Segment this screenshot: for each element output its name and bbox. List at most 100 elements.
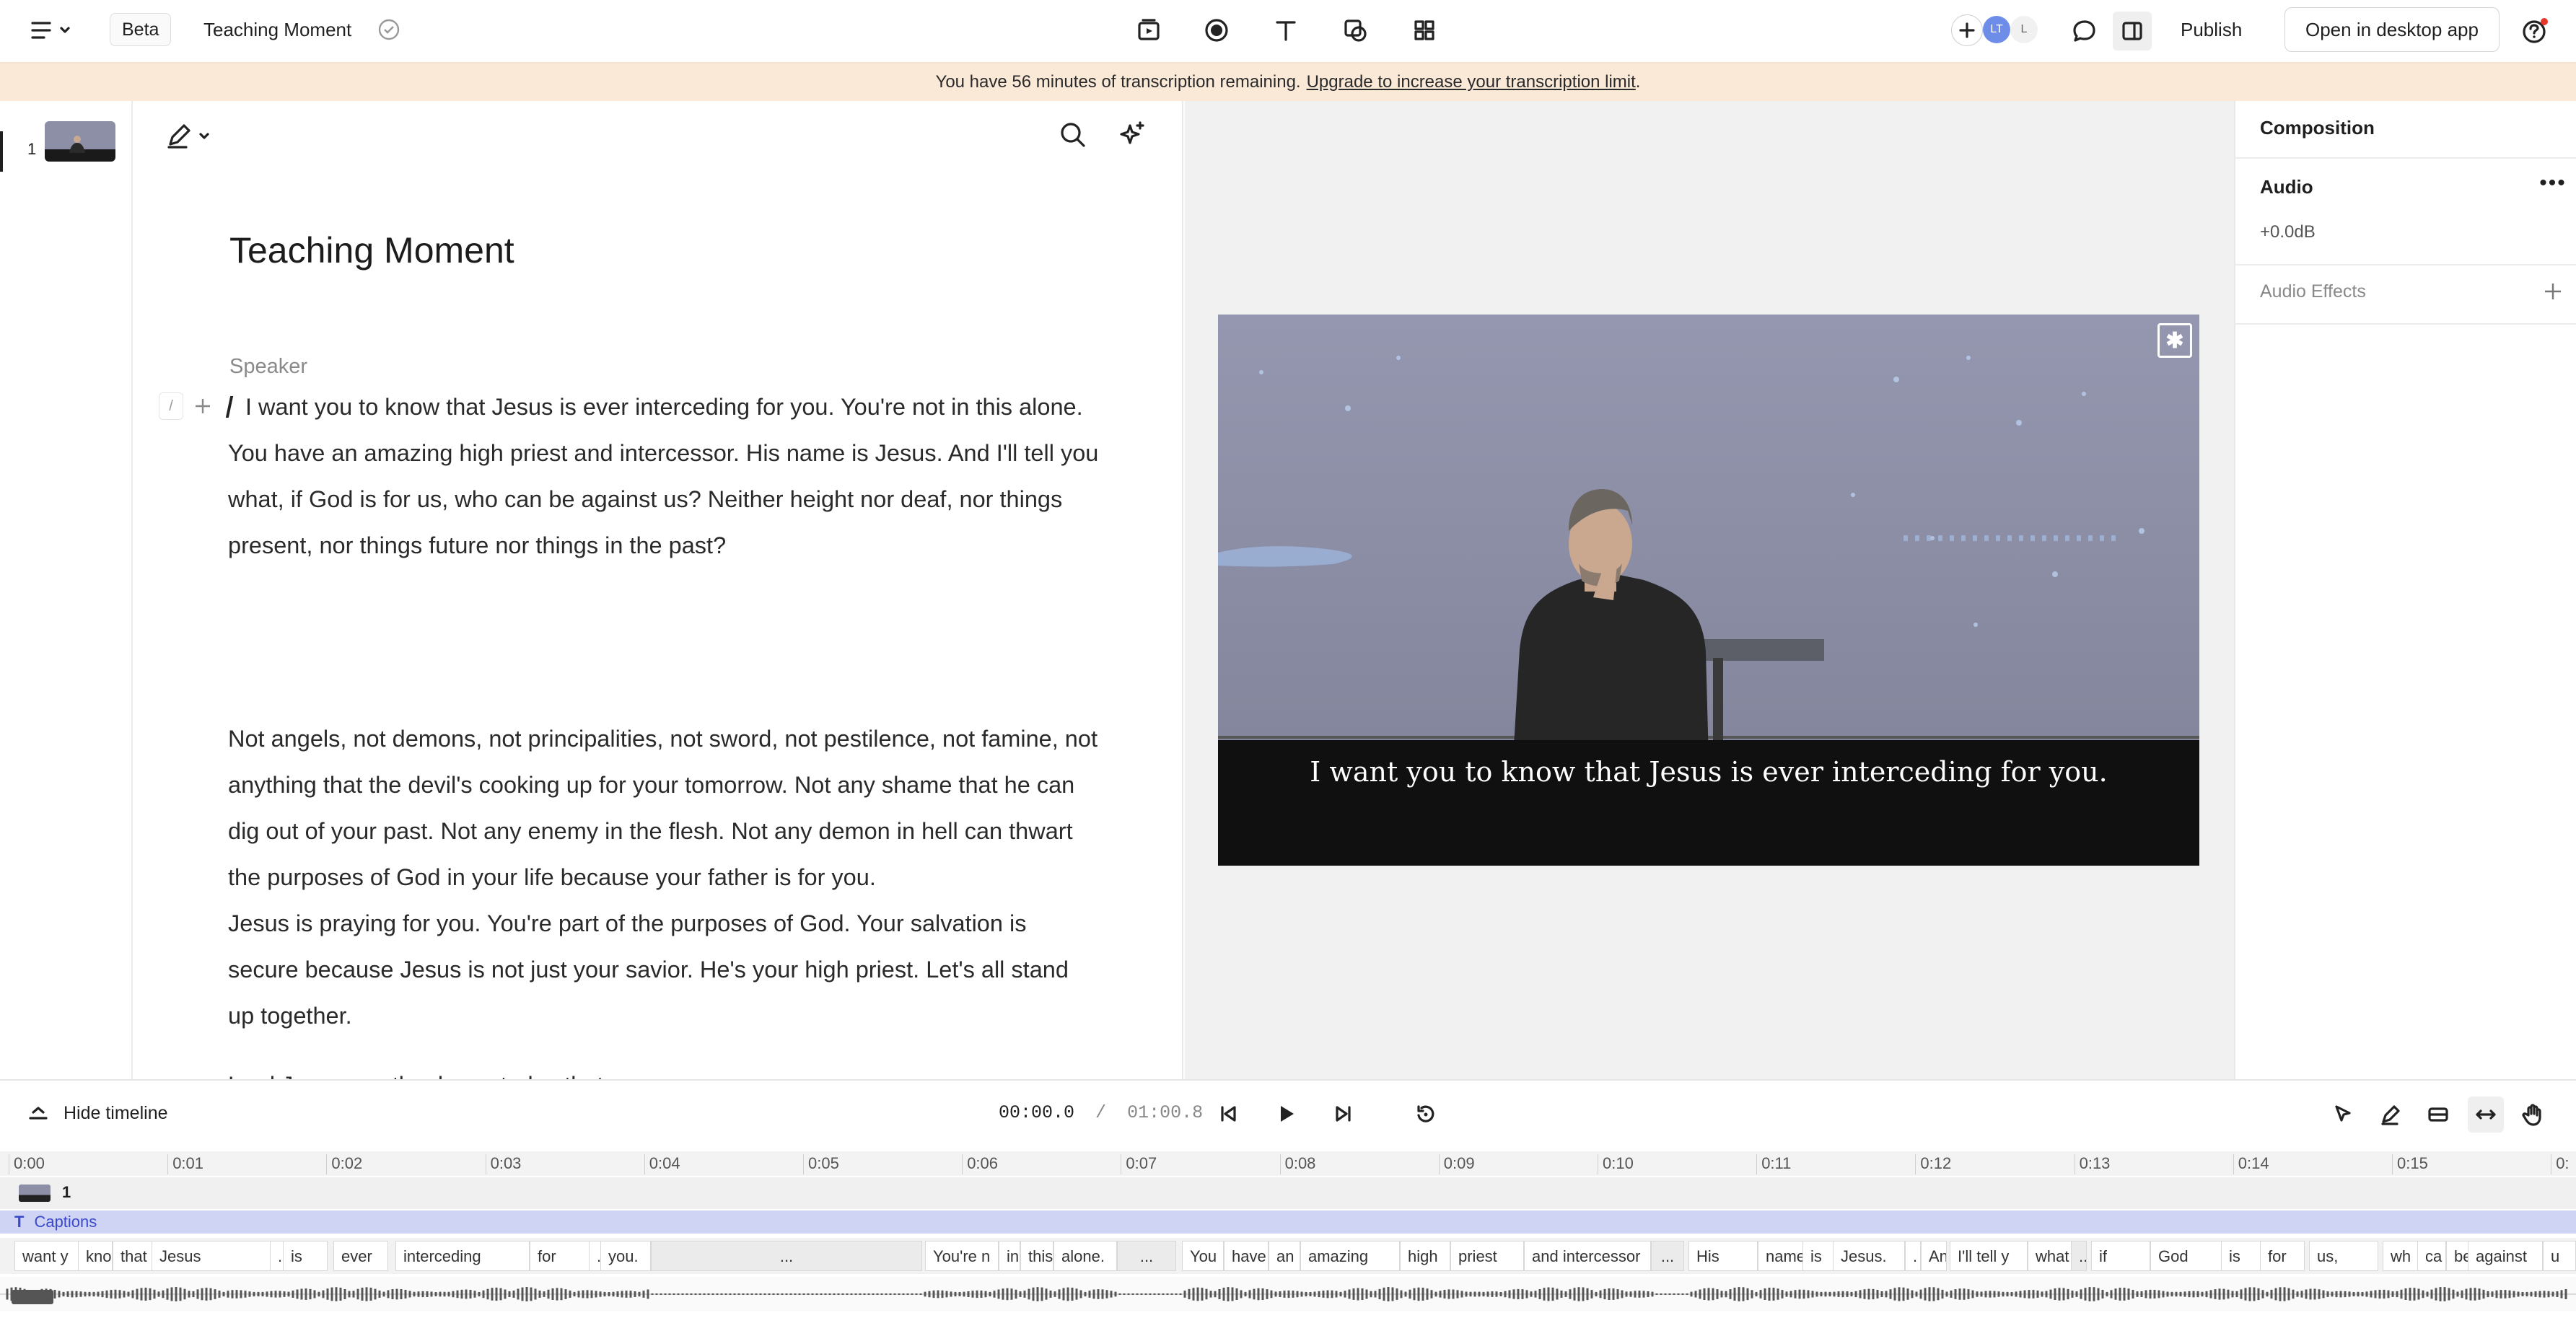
hand-tool[interactable] xyxy=(2515,1097,2551,1133)
clip-tool[interactable] xyxy=(2420,1097,2456,1133)
word-block[interactable]: high xyxy=(1400,1241,1450,1271)
word-block[interactable]: what xyxy=(2028,1241,2072,1271)
video-preview[interactable]: I want you to know that Jesus is ever in… xyxy=(1218,315,2199,866)
word-track[interactable]: want y kno that Jesus. is ever interceding for.… xyxy=(0,1238,2576,1274)
sparkle-icon xyxy=(1120,121,1144,144)
transcript-paragraph[interactable]: Not angels, not demons, not principaliti… xyxy=(228,716,1101,900)
word-block[interactable]: for xyxy=(2260,1241,2305,1271)
word-block[interactable]: if xyxy=(2091,1241,2150,1271)
word-block[interactable]: interceding xyxy=(395,1241,530,1271)
select-tool[interactable] xyxy=(2325,1097,2361,1133)
pause-block[interactable]: ... xyxy=(651,1241,922,1271)
ai-tools-button[interactable] xyxy=(1116,118,1152,154)
audio-waveform[interactable] xyxy=(0,1277,2576,1311)
timeline-ruler[interactable]: 0:00 0:01 0:02 0:03 0:04 0:05 0:06 0:07 0:08 0:09… xyxy=(0,1151,2576,1176)
word-block[interactable]: this xyxy=(1020,1241,1053,1271)
word-block[interactable]: You xyxy=(1182,1241,1224,1271)
word-block[interactable]: against xyxy=(2468,1241,2543,1271)
skip-forward-button[interactable] xyxy=(1328,1098,1359,1130)
scene-item[interactable]: 1 xyxy=(0,121,133,182)
word-block[interactable]: is xyxy=(283,1241,328,1271)
paragraph-handle[interactable]: / xyxy=(159,392,183,420)
word-block[interactable]: I'll tell y xyxy=(1950,1241,2028,1271)
word-block[interactable]: His xyxy=(1688,1241,1758,1271)
word-block[interactable]: . xyxy=(1905,1241,1921,1271)
layouts-button[interactable] xyxy=(1407,13,1442,48)
upgrade-link[interactable]: Upgrade to increase your transcription l… xyxy=(1307,72,1636,92)
transcript-paragraph[interactable]: Jesus is praying for you. You're part of… xyxy=(228,900,1101,1039)
word-block[interactable]: Jesus xyxy=(152,1241,273,1271)
word-block[interactable]: u xyxy=(2543,1241,2576,1271)
word-block[interactable]: and intercessor xyxy=(1524,1241,1651,1271)
word-block[interactable]: have xyxy=(1224,1241,1269,1271)
zoom-fit-tool[interactable] xyxy=(2468,1097,2504,1133)
pause-block[interactable]: .. xyxy=(2071,1241,2087,1271)
word-block[interactable]: be xyxy=(2446,1241,2469,1271)
play-button[interactable] xyxy=(1270,1098,1302,1130)
word-block[interactable]: God xyxy=(2150,1241,2224,1271)
captions-track[interactable]: T Captions xyxy=(0,1210,2576,1234)
avatar-secondary[interactable]: L xyxy=(2010,16,2038,43)
time-separator: / xyxy=(1095,1102,1107,1123)
word-block[interactable]: Jesus. xyxy=(1833,1241,1905,1271)
word-block[interactable]: alone. xyxy=(1053,1241,1117,1271)
audio-gain-value[interactable]: +0.0dB xyxy=(2260,222,2316,242)
time-readout: 00:00.0 / 01:00.8 xyxy=(999,1102,1203,1123)
add-effect-button[interactable] xyxy=(2538,277,2567,306)
comment-icon xyxy=(2073,20,2095,42)
word-block[interactable]: kno xyxy=(78,1241,113,1271)
comments-button[interactable] xyxy=(2068,14,2101,48)
word-block[interactable]: want y xyxy=(14,1241,84,1271)
word-block[interactable]: priest xyxy=(1450,1241,1524,1271)
search-button[interactable] xyxy=(1056,118,1092,154)
divider xyxy=(2235,264,2576,265)
transcript-paragraph[interactable]: I want you to know that Jesus is ever in… xyxy=(225,384,1101,568)
help-button[interactable] xyxy=(2518,14,2551,48)
word-block[interactable]: for xyxy=(530,1241,592,1271)
shapes-button[interactable] xyxy=(1338,13,1372,48)
word-block[interactable]: ever xyxy=(333,1241,388,1271)
playhead-clip[interactable] xyxy=(12,1290,53,1304)
invite-button[interactable] xyxy=(1951,14,1983,46)
hide-timeline-button[interactable]: Hide timeline xyxy=(26,1101,168,1125)
text-button[interactable] xyxy=(1269,13,1303,48)
word-block[interactable]: name xyxy=(1758,1241,1807,1271)
menu-button[interactable] xyxy=(26,14,76,46)
record-button[interactable] xyxy=(1199,13,1234,48)
word-block[interactable]: you. xyxy=(600,1241,651,1271)
word-block[interactable]: in xyxy=(999,1241,1020,1271)
audio-more-button[interactable]: ••• xyxy=(2538,172,2567,201)
edit-mode-button[interactable] xyxy=(163,120,221,156)
word-block[interactable]: amazing xyxy=(1300,1241,1400,1271)
toggle-panel-button[interactable] xyxy=(2113,12,2152,50)
ruler-tick: 0: xyxy=(2551,1154,2570,1174)
loop-button[interactable] xyxy=(1410,1098,1442,1130)
pause-block[interactable]: ... xyxy=(1117,1241,1176,1271)
pause-block[interactable]: ... xyxy=(1651,1241,1684,1271)
word-block[interactable]: is xyxy=(1802,1241,1834,1271)
draw-tool[interactable] xyxy=(2373,1097,2409,1133)
document-heading[interactable]: Teaching Moment xyxy=(229,229,514,271)
skip-back-button[interactable] xyxy=(1212,1098,1244,1130)
ruler-tick: 0:06 xyxy=(962,1154,998,1174)
track-thumbnail xyxy=(19,1185,51,1202)
publish-button[interactable]: Publish xyxy=(2172,10,2251,49)
video-caption[interactable]: I want you to know that Jesus is ever in… xyxy=(1218,756,2199,788)
avatar[interactable]: LT xyxy=(1983,16,2010,43)
word-block[interactable]: is xyxy=(2221,1241,2263,1271)
word-block[interactable]: us, xyxy=(2309,1241,2378,1271)
panel-title: Composition xyxy=(2260,117,2375,139)
speaker-label[interactable]: Speaker xyxy=(229,355,307,379)
word-block[interactable]: an xyxy=(1269,1241,1300,1271)
record-clip-button[interactable] xyxy=(1131,13,1166,48)
word-block[interactable]: And xyxy=(1921,1241,1947,1271)
document-title[interactable]: Teaching Moment xyxy=(203,13,351,46)
scene-track[interactable]: 1 xyxy=(0,1177,2576,1209)
word-block[interactable]: You're n xyxy=(925,1241,999,1271)
word-block[interactable]: that xyxy=(113,1241,153,1271)
add-paragraph-button[interactable] xyxy=(189,392,216,420)
scene-number: 1 xyxy=(27,140,37,158)
word-block[interactable]: ca xyxy=(2417,1241,2446,1271)
word-block[interactable]: wh xyxy=(2383,1241,2419,1271)
open-desktop-button[interactable]: Open in desktop app xyxy=(2284,7,2500,52)
